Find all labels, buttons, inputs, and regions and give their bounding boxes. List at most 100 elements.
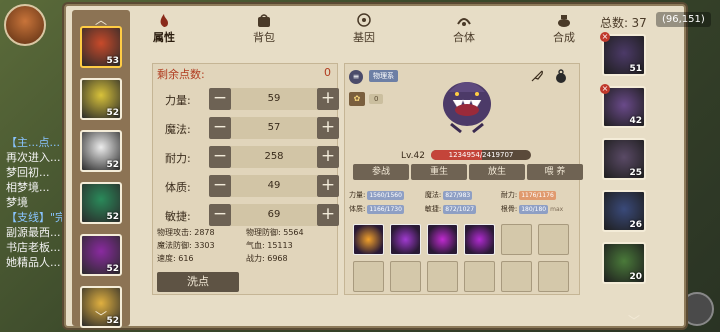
team-hero-card[interactable]: 53	[80, 26, 122, 68]
tab-5[interactable]: 合成	[534, 12, 594, 45]
tab-1[interactable]: 属性	[134, 12, 194, 45]
derived-stat: 气血: 15113	[246, 241, 293, 250]
pot-icon	[558, 15, 570, 27]
stat-pill: 180/180	[519, 204, 549, 214]
plus-button[interactable]: +	[317, 117, 339, 139]
attribute-row: 体质: −49 +	[157, 175, 339, 197]
plus-button[interactable]: +	[317, 146, 339, 168]
quest-line: 相梦境...	[6, 181, 50, 194]
attribute-name: 魔法:	[165, 123, 191, 136]
hero-stat: 敏捷: 872/1027	[425, 204, 501, 214]
action-button-4[interactable]: 喂 养	[527, 164, 583, 180]
skill-icon[interactable]	[464, 224, 495, 255]
derived-stat: 速度: 616	[157, 254, 194, 263]
minus-button[interactable]: −	[209, 175, 231, 197]
attribute-value: 57	[231, 117, 317, 139]
attribute-name: 体质:	[165, 181, 191, 194]
hero-level-badge: 53	[106, 56, 119, 66]
team-hero-card[interactable]: 52	[80, 234, 122, 276]
pet-level-badge: 26	[629, 220, 642, 230]
stat-label: 耐力:	[500, 191, 518, 199]
plus-button[interactable]: +	[317, 88, 339, 110]
hero-level-badge: 52	[106, 264, 119, 274]
skill-slot-empty[interactable]	[501, 224, 532, 255]
player-avatar[interactable]	[4, 4, 46, 46]
tab-label: 属性	[153, 31, 175, 44]
attribute-name: 敏捷:	[165, 210, 191, 223]
derived-stat: 战力: 6968	[246, 254, 288, 263]
attribute-name: 耐力:	[165, 152, 191, 165]
weight-icon[interactable]	[553, 68, 569, 84]
skill-slot-empty[interactable]	[538, 224, 569, 255]
skill-slot-empty[interactable]	[501, 261, 532, 292]
attribute-name: 力量:	[165, 94, 191, 107]
remaining-points: 剩余点数: 0	[157, 66, 331, 81]
skill-icon[interactable]	[353, 224, 384, 255]
skill-slot-empty[interactable]	[427, 261, 458, 292]
hero-level-badge: 52	[106, 108, 119, 118]
hero-stat: 体质: 1166/1730	[349, 204, 425, 214]
reset-points-button[interactable]: 洗点	[157, 272, 239, 292]
hero-stat: 力量: 1560/1560	[349, 190, 425, 200]
merge-icon	[457, 18, 471, 26]
quest-line: 【主...点...	[6, 136, 60, 149]
pet-card[interactable]: 42 ×	[600, 84, 646, 128]
job-badge: 物理系	[369, 70, 398, 82]
derived-stat: 物理攻击: 2878	[157, 228, 215, 237]
attribute-value: 59	[231, 88, 317, 110]
team-hero-card[interactable]: 52	[80, 182, 122, 224]
stat-label: 力量:	[349, 191, 366, 199]
derived-stats: 物理攻击: 2878 物理防御: 5564 魔法防御: 3303 气血: 15113 速…	[157, 226, 335, 265]
pet-card[interactable]: 20	[602, 242, 646, 284]
action-button-1[interactable]: 参战	[353, 164, 409, 180]
skill-slot-empty[interactable]	[464, 261, 495, 292]
stat-label: 根骨:	[500, 205, 518, 213]
minus-button[interactable]: −	[209, 146, 231, 168]
skill-slot-empty[interactable]	[390, 261, 421, 292]
quest-log[interactable]: 【主...点... 再次进入... 梦回初... 相梦境... 梦境 【支线】"完 副源最西…	[6, 135, 66, 270]
plus-button[interactable]: +	[317, 204, 339, 226]
plus-button[interactable]: +	[317, 175, 339, 197]
tab-bar: 属性 背包 基因 合体 合成	[134, 12, 594, 44]
chevron-down-icon[interactable]: ﹀	[95, 308, 107, 325]
skill-icon[interactable]	[427, 224, 458, 255]
pet-card[interactable]: 51 ×	[600, 32, 646, 76]
stat-pill: 1166/1730	[367, 204, 404, 214]
team-hero-card[interactable]: 52	[80, 130, 122, 172]
quest-line: 书店老板...	[6, 241, 61, 254]
attribute-row: 魔法: −57 +	[157, 117, 339, 139]
hero-stat: 耐力: 1176/1176	[501, 190, 577, 200]
pet-list: 51 × 42 × 25 26 20	[600, 26, 652, 302]
skill-icon[interactable]	[390, 224, 421, 255]
pet-card[interactable]: 26	[602, 190, 646, 232]
action-button-3[interactable]: 放生	[469, 164, 525, 180]
hero-level-badge: 52	[106, 316, 119, 326]
stat-pill: 1176/1176	[519, 190, 556, 200]
tab-3[interactable]: 基因	[334, 12, 394, 45]
minus-button[interactable]: −	[209, 204, 231, 226]
remove-icon[interactable]: ×	[600, 84, 610, 94]
flame-icon	[160, 14, 168, 27]
hero-level: Lv.42	[401, 151, 425, 161]
tab-4[interactable]: 合体	[434, 12, 494, 45]
minus-button[interactable]: −	[209, 88, 231, 110]
remove-icon[interactable]: ×	[600, 32, 610, 42]
list-icon[interactable]: ≡	[349, 70, 363, 84]
bag-icon	[258, 14, 270, 27]
quest-line: 再次进入...	[6, 151, 61, 164]
action-button-2[interactable]: 重生	[411, 164, 467, 180]
stat-label: 敏捷:	[424, 205, 442, 213]
chevron-down-icon[interactable]: ﹀	[628, 312, 644, 328]
hero-level-badge: 52	[106, 160, 119, 170]
team-hero-card[interactable]: 52	[80, 78, 122, 120]
skill-slot-empty[interactable]	[353, 261, 384, 292]
max-label: max	[550, 205, 564, 213]
gene-icon	[357, 13, 371, 27]
tab-label: 背包	[253, 31, 275, 44]
stat-pill: 1560/1560	[367, 190, 404, 200]
feather-icon[interactable]	[529, 68, 545, 84]
tab-2[interactable]: 背包	[234, 12, 294, 45]
minus-button[interactable]: −	[209, 117, 231, 139]
pet-card[interactable]: 25	[602, 138, 646, 180]
skill-slot-empty[interactable]	[538, 261, 569, 292]
